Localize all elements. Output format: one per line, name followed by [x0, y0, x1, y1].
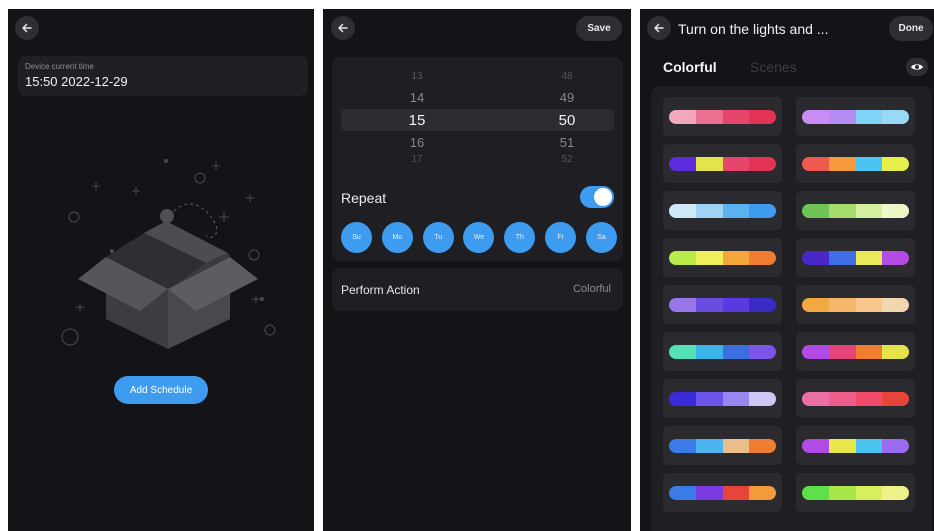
- palette-option[interactable]: [663, 191, 782, 230]
- perform-action-row[interactable]: Perform Action Colorful: [332, 268, 623, 311]
- arrow-left-icon: [338, 23, 348, 33]
- tab-scenes[interactable]: Scenes: [750, 59, 797, 75]
- schedule-edit-screen: Save 13 14 15 16 17 48 49 50 51 52 Repea…: [323, 9, 631, 531]
- done-button[interactable]: Done: [889, 16, 933, 41]
- palette-option[interactable]: [796, 191, 915, 230]
- palette-swatch: [669, 486, 776, 500]
- palette-swatch: [669, 251, 776, 265]
- minute-selected[interactable]: 50: [547, 112, 587, 129]
- device-time-card: Device current time 15:50 2022-12-29: [18, 56, 308, 96]
- day-thursday[interactable]: Th: [504, 222, 536, 253]
- day-sunday[interactable]: Su: [341, 222, 372, 253]
- day-saturday[interactable]: Sa: [585, 222, 617, 253]
- eye-icon: [911, 64, 923, 70]
- minute-option[interactable]: 51: [547, 135, 587, 150]
- minute-option[interactable]: 48: [547, 71, 587, 82]
- screen-title: Turn on the lights and ...: [678, 21, 829, 37]
- add-schedule-button[interactable]: Add Schedule: [114, 376, 208, 404]
- hour-option[interactable]: 13: [397, 71, 437, 82]
- palette-option[interactable]: [796, 97, 915, 136]
- day-tuesday[interactable]: Tu: [422, 222, 454, 253]
- preview-button[interactable]: [906, 58, 928, 76]
- day-friday[interactable]: Fr: [545, 222, 577, 253]
- palette-option[interactable]: [663, 144, 782, 183]
- back-button[interactable]: [331, 16, 355, 40]
- palette-grid: [651, 86, 932, 531]
- minute-option[interactable]: 49: [547, 90, 587, 105]
- hour-option[interactable]: 14: [397, 90, 437, 105]
- palette-option[interactable]: [796, 332, 915, 371]
- arrow-left-icon: [22, 23, 32, 33]
- repeat-label: Repeat: [341, 190, 387, 206]
- palette-option[interactable]: [663, 426, 782, 465]
- palette-option[interactable]: [663, 238, 782, 277]
- hour-option[interactable]: 16: [397, 135, 437, 150]
- device-time-value: 15:50 2022-12-29: [25, 74, 128, 89]
- empty-box-illustration: [61, 159, 276, 349]
- device-time-label: Device current time: [25, 62, 94, 71]
- save-button[interactable]: Save: [576, 16, 622, 41]
- schedule-screen: Device current time 15:50 2022-12-29 Add…: [8, 9, 314, 531]
- palette-swatch: [802, 110, 909, 124]
- back-button[interactable]: [15, 16, 39, 40]
- perform-action-label: Perform Action: [341, 283, 420, 297]
- palette-option[interactable]: [663, 473, 782, 512]
- palette-option[interactable]: [663, 379, 782, 418]
- palette-swatch: [802, 486, 909, 500]
- palette-option[interactable]: [796, 426, 915, 465]
- palette-swatch: [802, 251, 909, 265]
- back-button[interactable]: [647, 16, 671, 40]
- palette-swatch: [669, 110, 776, 124]
- palette-option[interactable]: [663, 285, 782, 324]
- tab-colorful[interactable]: Colorful: [663, 59, 717, 75]
- palette-option[interactable]: [663, 97, 782, 136]
- day-monday[interactable]: Mo: [381, 222, 413, 253]
- palette-swatch: [802, 298, 909, 312]
- palette-option[interactable]: [796, 473, 915, 512]
- palette-swatch: [802, 345, 909, 359]
- day-wednesday[interactable]: We: [463, 222, 495, 253]
- colorful-screen: Turn on the lights and ... Done Colorful…: [640, 9, 934, 531]
- hour-selected[interactable]: 15: [397, 112, 437, 129]
- perform-action-value: Colorful: [573, 283, 611, 295]
- palette-swatch: [669, 439, 776, 453]
- palette-swatch: [802, 157, 909, 171]
- palette-option[interactable]: [796, 238, 915, 277]
- palette-option[interactable]: [796, 285, 915, 324]
- weekday-selector: Su Mo Tu We Th Fr Sa: [341, 222, 617, 253]
- palette-swatch: [802, 392, 909, 406]
- palette-swatch: [802, 439, 909, 453]
- palette-swatch: [669, 298, 776, 312]
- palette-option[interactable]: [796, 144, 915, 183]
- palette-swatch: [669, 345, 776, 359]
- palette-option[interactable]: [796, 379, 915, 418]
- palette-swatch: [669, 392, 776, 406]
- minute-option[interactable]: 52: [547, 154, 587, 165]
- palette-swatch: [669, 157, 776, 171]
- palette-swatch: [802, 204, 909, 218]
- schedule-settings-card: 13 14 15 16 17 48 49 50 51 52 Repeat Su …: [332, 57, 623, 261]
- palette-swatch: [669, 204, 776, 218]
- hour-option[interactable]: 17: [397, 154, 437, 165]
- toggle-knob: [594, 188, 612, 206]
- arrow-left-icon: [654, 23, 664, 33]
- repeat-toggle[interactable]: [580, 186, 614, 208]
- palette-option[interactable]: [663, 332, 782, 371]
